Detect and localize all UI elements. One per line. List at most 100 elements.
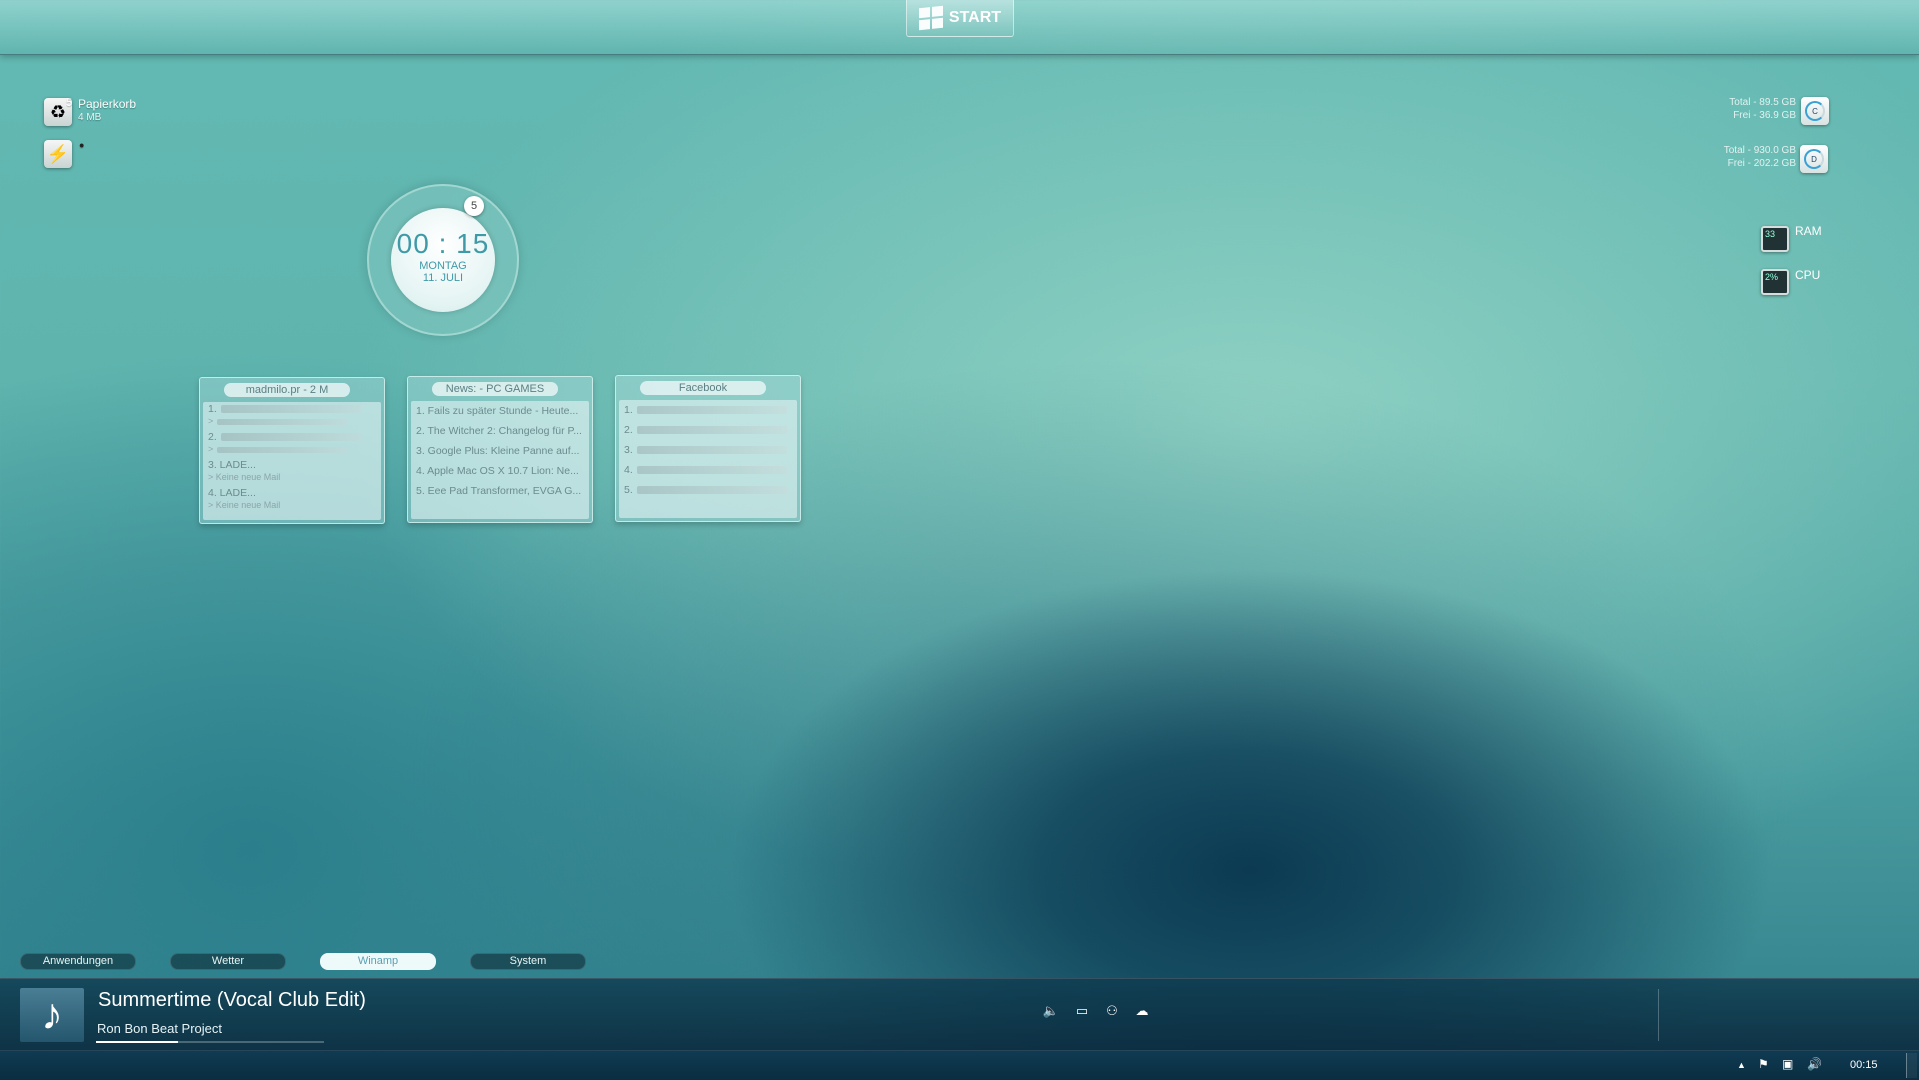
facebook-item-label: 3. (624, 444, 633, 456)
facebook-widget[interactable]: Facebook 1. 2. 3. 4. 5. (615, 375, 801, 522)
music-note-icon: ♪ (20, 988, 84, 1042)
clock-face: 00 : 15 MONTAG 11. JULI (391, 208, 495, 312)
facebook-item[interactable]: 3. (619, 440, 797, 460)
mail-item[interactable]: 1. > (203, 402, 381, 430)
facebook-widget-title: Facebook (640, 381, 766, 395)
drive-d-free: Frei - 202.2 GB (1727, 158, 1796, 169)
start-button[interactable]: START (906, 0, 1014, 37)
network-icon[interactable]: ▣ (1782, 1057, 1793, 1071)
news-item[interactable]: 5. Eee Pad Transformer, EVGA G... (411, 481, 589, 501)
mail-item[interactable]: 4. LADE... > Keine neue Mail (203, 486, 381, 514)
tray-expand-icon[interactable]: ▲ (1737, 1060, 1746, 1070)
news-widget[interactable]: News: - PC GAMES 1. Fails zu später Stun… (407, 376, 593, 523)
drive-c-info: Total - 89.5 GB Frei - 36.9 GB (1660, 96, 1796, 122)
tab-wetter[interactable]: Wetter (170, 953, 286, 970)
show-desktop-button[interactable] (1906, 1053, 1917, 1078)
facebook-item-label: 4. (624, 464, 633, 476)
top-bar: START (0, 0, 1919, 55)
windows-logo-icon (918, 5, 943, 31)
mute-icon[interactable]: 🔈 (1041, 1003, 1061, 1019)
volume-icon[interactable]: 🔊 (1807, 1057, 1822, 1071)
tab-system[interactable]: System (470, 953, 586, 970)
mail-widget-body: 1. > 2. > 3. LADE... > Keine neue Mail 4… (203, 402, 381, 520)
facebook-item[interactable]: 4. (619, 460, 797, 480)
mail-item-status: > Keine neue Mail (208, 500, 281, 510)
news-widget-body: 1. Fails zu später Stunde - Heute... 2. … (411, 401, 589, 519)
tab-anwendungen[interactable]: Anwendungen (20, 953, 136, 970)
blurred-text (636, 446, 787, 455)
blurred-text (636, 426, 787, 435)
ram-label: RAM (1795, 224, 1822, 238)
news-item[interactable]: 4. Apple Mac OS X 10.7 Lion: Ne... (411, 461, 589, 481)
mail-item-label: 1. (208, 403, 217, 415)
facebook-item-label: 2. (624, 424, 633, 436)
drive-c-free: Frei - 36.9 GB (1733, 110, 1796, 121)
clock-time: 00 : 15 (396, 228, 490, 259)
mail-item-status: > (208, 416, 214, 426)
facebook-item[interactable]: 1. (619, 400, 797, 420)
facebook-widget-body: 1. 2. 3. 4. 5. (619, 400, 797, 518)
taskbar-clock[interactable]: 00:15 (1850, 1059, 1878, 1071)
blurred-text (220, 433, 361, 442)
news-item[interactable]: 2. The Witcher 2: Changelog für P... (411, 421, 589, 441)
recycle-bin-label[interactable]: Papierkorb (78, 97, 136, 111)
facebook-item[interactable]: 2. (619, 420, 797, 440)
drive-c-usage-icon: C (1805, 101, 1825, 121)
recycle-bin-size: 4 MB (78, 112, 102, 123)
mail-item-status: > Keine neue Mail (208, 472, 281, 482)
facebook-item-label: 1. (624, 404, 633, 416)
winamp-player: ♪ Summertime (Vocal Club Edit) Ron Bon B… (0, 978, 1919, 1051)
start-label: START (948, 9, 1002, 26)
drive-d-letter: D (1811, 154, 1817, 164)
track-progress-bar[interactable] (96, 1041, 324, 1043)
cpu-meter[interactable]: 2% (1761, 269, 1789, 295)
taskbar: ▲ ⚑ ▣ 🔊 00:15 (0, 1050, 1919, 1080)
facebook-item[interactable]: 5. (619, 480, 797, 500)
facebook-item-label: 5. (624, 484, 633, 496)
news-item[interactable]: 3. Google Plus: Kleine Panne auf... (411, 441, 589, 461)
clock-date: 11. JULI (422, 272, 464, 284)
cpu-value: 2% (1765, 272, 1779, 282)
mail-item-label: 2. (208, 431, 217, 443)
track-progress-fill (96, 1041, 179, 1043)
blurred-text (217, 418, 348, 425)
cpu-label: CPU (1795, 268, 1821, 282)
blurred-text (636, 466, 787, 475)
playlist-icon[interactable]: ▭ (1072, 1003, 1092, 1019)
mail-widget-title: madmilo.pr - 2 M (224, 383, 350, 397)
player-divider (1658, 989, 1659, 1041)
drive-d-button[interactable]: D (1800, 145, 1828, 173)
drive-c-letter: C (1812, 106, 1818, 116)
blurred-text (636, 406, 787, 415)
mail-item-label: 4. LADE... (208, 487, 256, 499)
recycle-count: 5 (66, 97, 73, 109)
blurred-text (217, 446, 348, 453)
drive-c-button[interactable]: C (1801, 97, 1829, 125)
mail-item[interactable]: 2. > (203, 430, 381, 458)
drive-d-total: Total - 930.0 GB (1723, 145, 1796, 156)
lightning-app-icon[interactable]: ⚡ (44, 140, 72, 168)
action-center-flag-icon[interactable]: ⚑ (1758, 1057, 1769, 1071)
status-dot-icon: ● (79, 140, 85, 150)
ram-value: 33 (1765, 229, 1776, 239)
mail-widget[interactable]: madmilo.pr - 2 M 1. > 2. > 3. LADE... > … (199, 377, 385, 524)
news-item[interactable]: 1. Fails zu später Stunde - Heute... (411, 401, 589, 421)
drive-c-total: Total - 89.5 GB (1729, 97, 1796, 108)
equalizer-icon[interactable]: ⚇ (1102, 1003, 1122, 1019)
blurred-text (220, 405, 361, 414)
ram-meter[interactable]: 33 (1761, 226, 1789, 252)
mail-item[interactable]: 3. LADE... > Keine neue Mail (203, 458, 381, 486)
drive-d-info: Total - 930.0 GB Frei - 202.2 GB (1660, 144, 1796, 170)
blurred-text (636, 486, 787, 495)
mail-item-status: > (208, 444, 214, 454)
track-title: Summertime (Vocal Club Edit) (98, 989, 366, 1011)
clock-widget[interactable]: 00 : 15 MONTAG 11. JULI 5 (367, 184, 519, 336)
track-artist: Ron Bon Beat Project (97, 1021, 223, 1036)
clock-badge[interactable]: 5 (464, 196, 484, 216)
mail-item-label: 3. LADE... (208, 459, 256, 471)
news-widget-title: News: - PC GAMES (432, 382, 558, 396)
tab-winamp[interactable]: Winamp (320, 953, 436, 970)
cloud-icon[interactable]: ☁ (1132, 1003, 1152, 1019)
drive-d-usage-icon: D (1804, 149, 1824, 169)
clock-day: MONTAG (419, 260, 467, 272)
